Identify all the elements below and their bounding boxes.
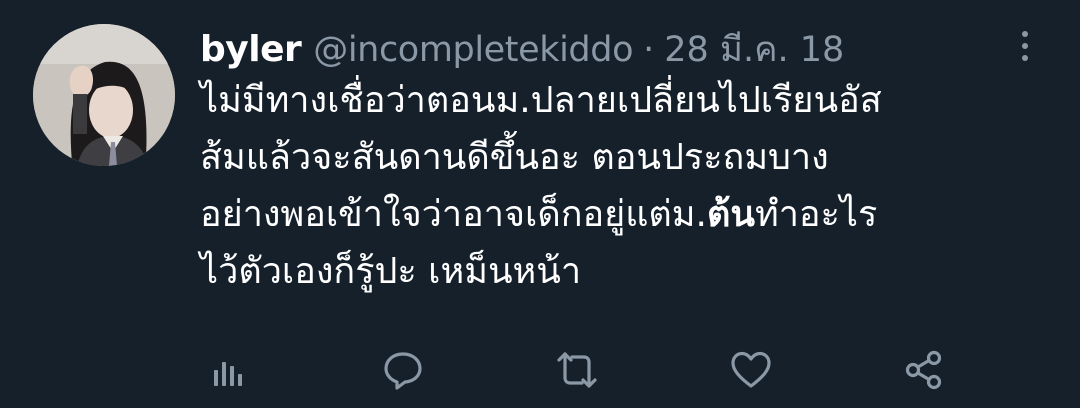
- share-icon[interactable]: [899, 345, 949, 395]
- more-dot: [1022, 31, 1028, 37]
- tweet-line-1: ไม่มีทางเชื่อว่าตอนม.ปลายเปลี่ยนไปเรียนอ…: [200, 80, 882, 121]
- analytics-icon[interactable]: [203, 345, 253, 395]
- more-dot: [1022, 43, 1028, 49]
- tweet-line-2: ส้มแล้วจะสันดานดีขึ้นอะ ตอนประถมบาง: [200, 137, 829, 178]
- display-name[interactable]: byler: [200, 29, 302, 70]
- tweet-text: ไม่มีทางเชื่อว่าตอนม.ปลายเปลี่ยนไปเรียนอ…: [200, 72, 1060, 300]
- reply-icon[interactable]: [378, 345, 428, 395]
- tweet-actions: [0, 345, 1080, 395]
- separator-dot: ·: [643, 30, 655, 70]
- tweet-line-3: อย่างพอเข้าใจว่าอาจเด็กอยู่แต่ม.ต้นทำอะไ…: [200, 186, 1060, 243]
- avatar[interactable]: [33, 24, 175, 166]
- more-dot: [1022, 55, 1028, 61]
- tweet-date[interactable]: 28 มี.ค. 18: [664, 22, 844, 77]
- tweet-bold-word: ต้น: [706, 194, 755, 235]
- tweet-line-3-start: อย่างพอเข้าใจว่าอาจเด็กอยู่แต่ม.: [200, 194, 707, 235]
- retweet-icon[interactable]: [552, 345, 602, 395]
- tweet-line-3-end: ทำอะไร: [754, 194, 878, 235]
- tweet-header: byler @incompletekiddo · 28 มี.ค. 18: [200, 22, 844, 72]
- more-vertical-icon[interactable]: [1010, 26, 1040, 66]
- user-handle[interactable]: @incompletekiddo: [313, 30, 633, 70]
- tweet-line-4: ไว้ตัวเองก็รู้ปะ เหม็นหน้า: [200, 251, 582, 292]
- like-icon[interactable]: [726, 345, 776, 395]
- tweet[interactable]: byler @incompletekiddo · 28 มี.ค. 18 ไม่…: [0, 0, 1080, 408]
